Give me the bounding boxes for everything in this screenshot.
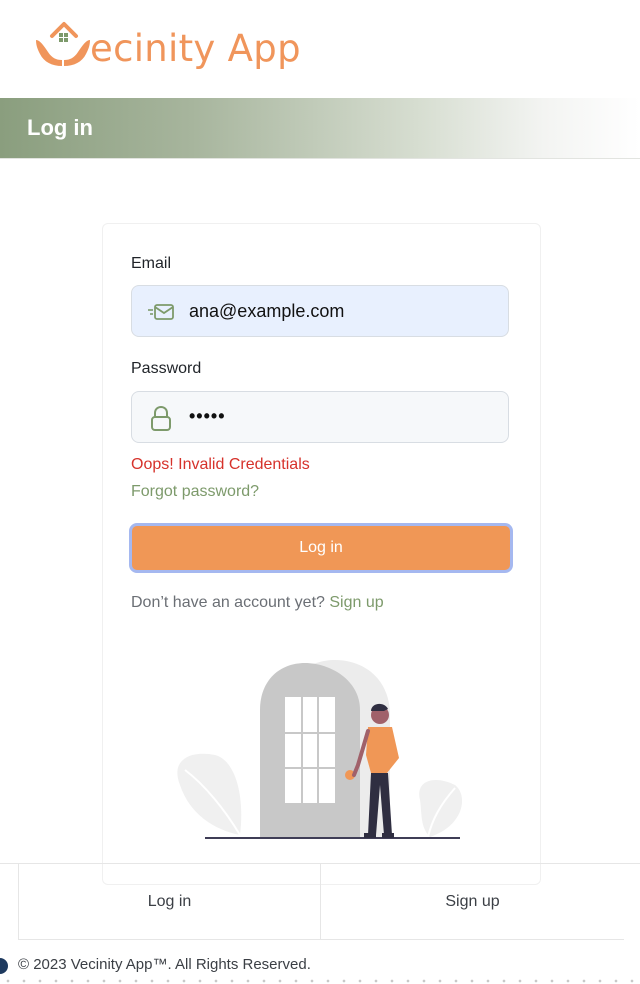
mail-icon [148, 304, 174, 320]
signup-link[interactable]: Sign up [329, 594, 383, 611]
dotted-divider [0, 978, 640, 984]
brand-logo[interactable]: ecinity App [34, 14, 301, 74]
page-title: Log in [27, 115, 93, 140]
lock-icon [151, 405, 171, 431]
email-value: ana@example.com [189, 301, 345, 321]
password-field[interactable]: ••••• [131, 391, 509, 443]
footer-login-link[interactable]: Log in [18, 864, 321, 940]
page-banner: Log in [0, 98, 640, 159]
signup-prompt-text: Don’t have an account yet? [131, 594, 325, 611]
login-button[interactable]: Log in [129, 523, 513, 573]
door-person-illustration [177, 660, 463, 839]
password-label: Password [131, 360, 202, 377]
hands-house-logo-icon [36, 22, 90, 66]
footer-signup-link[interactable]: Sign up [321, 864, 624, 940]
signup-prompt: Don’t have an account yet? Sign up [131, 594, 384, 612]
copyright: © 2023 Vecinity App™. All Rights Reserve… [18, 956, 311, 973]
email-label: Email [131, 255, 172, 272]
error-message: Oops! Invalid Credentials [131, 456, 310, 473]
footer-nav: Log in Sign up [0, 863, 640, 941]
email-field[interactable]: ana@example.com [131, 285, 509, 337]
corner-badge [0, 958, 8, 974]
forgot-password-link[interactable]: Forgot password? [131, 483, 259, 501]
password-value: ••••• [189, 406, 226, 426]
brand-name: ecinity App [90, 26, 301, 70]
